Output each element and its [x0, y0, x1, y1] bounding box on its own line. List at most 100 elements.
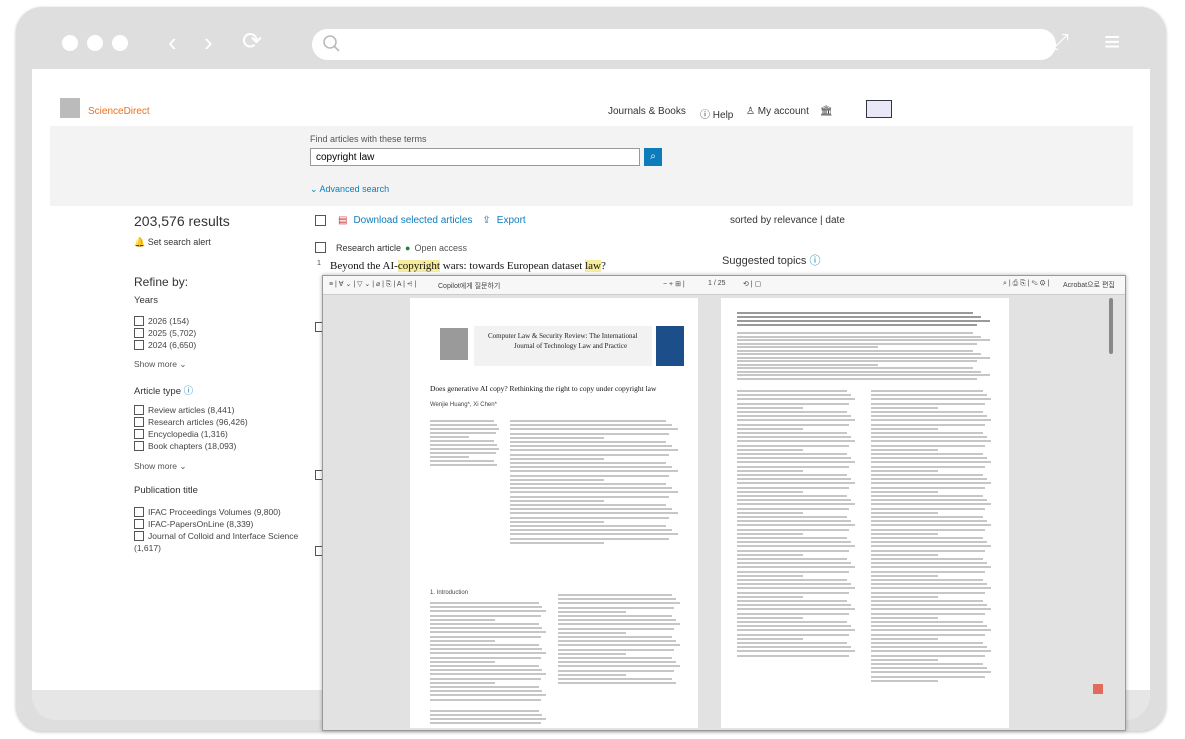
acrobat-assistant-icon[interactable]: [1093, 684, 1103, 694]
pdf-icon: ▤: [338, 215, 348, 226]
text-line: [430, 665, 539, 667]
institution-icon[interactable]: 🏛: [820, 106, 833, 117]
forward-icon[interactable]: ›: [204, 29, 213, 55]
pdf-copilot-prompt[interactable]: Copilot에게 질문하기: [438, 281, 500, 291]
url-bar[interactable]: [312, 29, 1056, 60]
text-line: [430, 714, 543, 716]
checkbox[interactable]: [134, 441, 144, 451]
rotate-icon[interactable]: ⟲ | ▢: [743, 280, 761, 288]
year-filter-item[interactable]: 2025 (5,702): [134, 328, 196, 338]
advanced-search-link[interactable]: ⌄ Advanced search: [310, 184, 389, 195]
checkbox[interactable]: [134, 507, 144, 517]
text-line: [871, 637, 939, 640]
text-line: [871, 444, 986, 447]
show-more-link[interactable]: Show more ⌄: [134, 359, 186, 370]
text-line: [871, 503, 992, 506]
text-line: [871, 663, 984, 665]
pdf-scrollbar[interactable]: [1109, 298, 1113, 354]
pdf-tools[interactable]: ⌕ | ⎙ ⎘ | ✎ ⚙ |: [1003, 280, 1049, 288]
article-checkbox[interactable]: [315, 242, 326, 253]
info-icon[interactable]: ⓘ: [184, 386, 194, 397]
article-type-filter-item[interactable]: Encyclopedia (1,316): [134, 429, 228, 439]
text-line: [737, 474, 848, 476]
menu-icon[interactable]: ≡: [1104, 28, 1120, 56]
publication-filter-item[interactable]: IFAC-PapersOnLine (8,339): [134, 519, 253, 529]
institution-badge-icon[interactable]: [866, 100, 892, 118]
maximize-dot[interactable]: [112, 35, 128, 51]
download-link[interactable]: Download selected articles: [353, 215, 472, 226]
text-line: [737, 419, 856, 422]
text-line: [737, 398, 856, 401]
close-dot[interactable]: [62, 35, 78, 51]
elsevier-tree-icon: [440, 328, 468, 360]
text-line: [510, 474, 670, 477]
checkbox[interactable]: [134, 405, 144, 415]
text-line: [871, 633, 986, 636]
reload-icon[interactable]: ⟳: [242, 29, 262, 55]
text-line: [871, 453, 984, 455]
search-button[interactable]: ⌕: [644, 148, 662, 166]
article-type-filter-item[interactable]: Review articles (8,441): [134, 405, 234, 415]
text-line: [737, 440, 856, 443]
search-alert-link[interactable]: 🔔 Set search alert: [134, 237, 211, 248]
sort-control[interactable]: sorted by relevance | date: [730, 215, 845, 226]
pdf-menu-icon[interactable]: ≡ | ∀ ⌄ | ▽ ⌄ | ⌀ | ⎘ | A | ⩤ |: [329, 280, 416, 289]
text-line: [510, 520, 604, 523]
zoom-controls[interactable]: − + ⊞ |: [663, 280, 685, 288]
minimize-dot[interactable]: [87, 35, 103, 51]
checkbox[interactable]: [134, 316, 144, 326]
export-link[interactable]: Export: [497, 215, 526, 226]
text-line: [871, 654, 986, 657]
publication-filter-item[interactable]: Journal of Colloid and Interface Science: [134, 531, 298, 541]
checkbox[interactable]: [134, 417, 144, 427]
article-title-link[interactable]: Beyond the AI-copyright wars: towards Eu…: [330, 260, 606, 272]
text-line: [510, 462, 667, 464]
text-line: [510, 537, 670, 540]
text-line: [737, 541, 852, 544]
expand-icon[interactable]: ⤢: [1051, 29, 1069, 55]
text-line: [871, 667, 988, 670]
journals-link[interactable]: Journals & Books: [608, 106, 686, 117]
site-logo-text[interactable]: ScienceDirect: [88, 106, 150, 117]
checkbox[interactable]: [134, 519, 144, 529]
text-line: [871, 646, 988, 649]
search-input[interactable]: [310, 148, 640, 166]
checkbox[interactable]: [134, 429, 144, 439]
text-line: [737, 579, 848, 581]
text-line: [558, 661, 677, 664]
type-label: Research articles (96,426): [148, 417, 248, 427]
show-more-link[interactable]: Show more ⌄: [134, 461, 186, 472]
year-label: 2026 (154): [148, 316, 190, 326]
account-link[interactable]: ♙ My account: [746, 106, 809, 117]
result-index: 1: [317, 260, 321, 267]
help-link[interactable]: ⓘ Help: [700, 106, 733, 121]
back-icon[interactable]: ‹: [168, 29, 177, 55]
edit-in-acrobat-button[interactable]: Acrobat으로 편집: [1063, 280, 1115, 290]
text-line: [430, 606, 543, 609]
text-line: [871, 398, 992, 401]
publication-filter-item[interactable]: IFAC Proceedings Volumes (9,800): [134, 507, 281, 517]
year-filter-item[interactable]: 2026 (154): [134, 316, 189, 326]
text-line: [510, 449, 678, 452]
pdf-viewer-window: ≡ | ∀ ⌄ | ▽ ⌄ | ⌀ | ⎘ | A | ⩤ | Copilot에…: [322, 275, 1126, 731]
text-line: [871, 390, 984, 392]
text-line: [871, 469, 939, 472]
year-filter-item[interactable]: 2024 (6,650): [134, 340, 196, 350]
year-label: 2025 (5,702): [148, 328, 197, 338]
checkbox[interactable]: [134, 340, 144, 350]
article-type-filter-item[interactable]: Book chapters (18,093): [134, 441, 236, 451]
select-all-checkbox[interactable]: [315, 215, 326, 226]
section-heading: 1. Introduction: [430, 590, 469, 596]
text-line: [871, 532, 939, 535]
checkbox[interactable]: [134, 328, 144, 338]
checkbox[interactable]: [134, 531, 144, 541]
text-line: [871, 499, 988, 502]
text-line: [737, 349, 973, 352]
text-line: [430, 627, 543, 630]
page-indicator[interactable]: 1 / 25: [708, 280, 726, 287]
suggested-topics-heading: Suggested topics ⓘ: [722, 252, 820, 268]
info-icon[interactable]: ⓘ: [809, 255, 820, 267]
article-type-filter-item[interactable]: Research articles (96,426): [134, 417, 248, 427]
article-meta: Research article ● Open access: [315, 242, 467, 253]
text-line: [430, 690, 543, 693]
